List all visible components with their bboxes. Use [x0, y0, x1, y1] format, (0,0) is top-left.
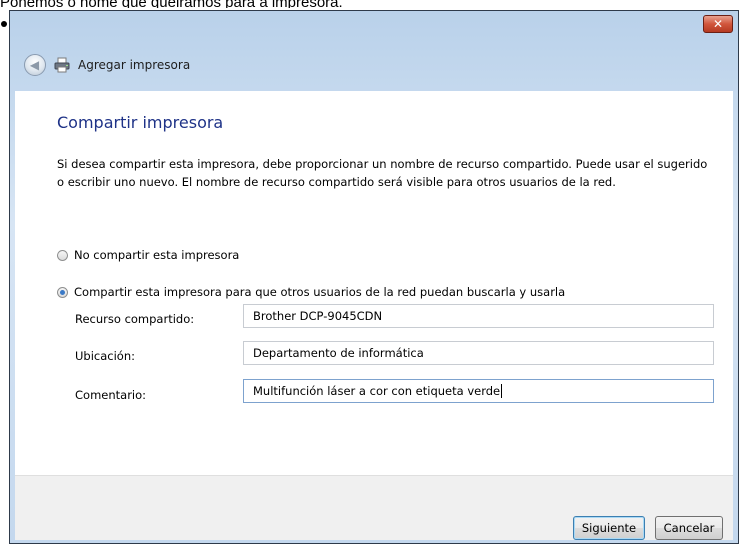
next-button[interactable]: Siguiente — [573, 516, 645, 540]
share-radio[interactable] — [57, 286, 68, 298]
page-title: Compartir impresora — [57, 113, 224, 132]
close-icon: ✕ — [712, 17, 724, 31]
share-name-value: Brother DCP-9045CDN — [253, 309, 383, 323]
dialog-footer: Siguiente Cancelar — [15, 475, 733, 540]
dialog-title: Agregar impresora — [54, 56, 190, 74]
no-share-option[interactable]: No compartir esta impresora — [57, 248, 239, 262]
printer-icon — [54, 57, 70, 73]
close-button[interactable]: ✕ — [703, 15, 733, 33]
wizard-content: Compartir impresora Si desea compartir e… — [15, 91, 733, 475]
location-value: Departamento de informática — [253, 346, 424, 360]
share-option[interactable]: Compartir esta impresora para que otros … — [57, 285, 565, 299]
text-caret — [501, 384, 503, 398]
page-caption: Ponemos o nome que queiramos para a impr… — [0, 0, 743, 8]
no-share-label: No compartir esta impresora — [74, 248, 240, 262]
share-name-field[interactable]: Brother DCP-9045CDN — [243, 304, 714, 328]
comment-field[interactable]: Multifunción láser a cor con etiqueta ve… — [243, 379, 714, 403]
share-label: Compartir esta impresora para que otros … — [74, 285, 566, 299]
back-button[interactable]: ◀ — [24, 54, 46, 76]
share-name-label: Recurso compartido: — [75, 312, 195, 326]
location-label: Ubicación: — [75, 349, 135, 363]
comment-label: Comentario: — [75, 388, 147, 402]
dialog-title-text: Agregar impresora — [78, 58, 191, 72]
back-arrow-icon: ◀ — [29, 58, 40, 72]
no-share-radio[interactable] — [57, 249, 68, 261]
list-bullet — [1, 21, 7, 27]
cancel-button[interactable]: Cancelar — [655, 516, 723, 540]
description-text: Si desea compartir esta impresora, debe … — [57, 157, 708, 189]
location-field[interactable]: Departamento de informática — [243, 341, 714, 365]
add-printer-dialog: ✕ ◀ Agregar impresora Compartir impresor… — [9, 10, 739, 544]
comment-value: Multifunción láser a cor con etiqueta ve… — [253, 384, 501, 398]
